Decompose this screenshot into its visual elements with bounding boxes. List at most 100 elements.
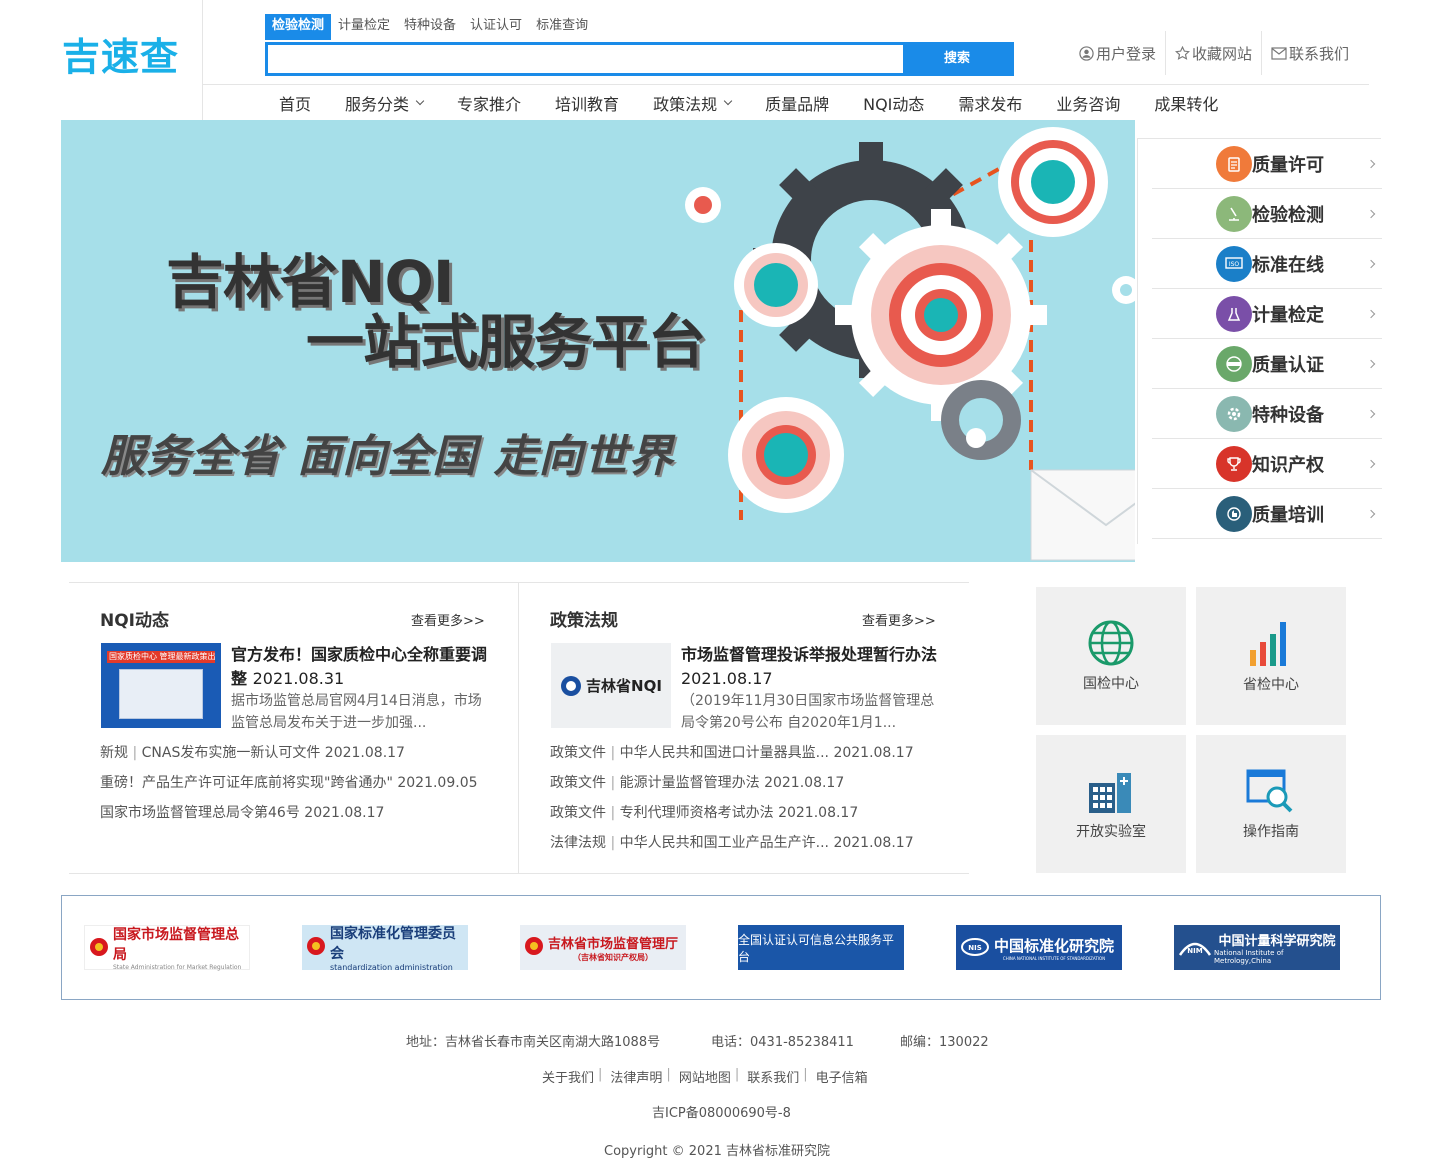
nav-quality-brand[interactable]: 质量品牌 [748,91,846,115]
tile-guide[interactable]: 操作指南 [1196,735,1346,873]
side-menu-label: 计量检定 [1252,304,1324,326]
chevron-right-icon [1366,409,1376,418]
partner-sac[interactable]: 国家标准化管理委员会 standardization administratio… [302,925,468,972]
nqi-list-item[interactable]: 重磅！产品生产许可证年底前将实现"跨省通办" 2021.09.05 [100,773,478,793]
list-item-date: 2021.08.17 [764,775,845,791]
chevron-right-icon [1366,209,1376,218]
nim-logo-icon: NIM [1178,942,1212,956]
policy-more-link[interactable]: 查看更多>> [862,610,936,629]
list-item-text: 中华人民共和国工业产品生产许... [619,835,829,851]
footer-link-email[interactable]: 电子信箱 [816,1067,868,1086]
side-menu-metrology[interactable]: 计量检定 [1152,289,1382,339]
policy-list-item[interactable]: 政策文件 | 中华人民共和国进口计量器具监... 2021.08.17 [550,743,914,763]
policy-section-title: 政策法规 [550,611,618,631]
side-menu-certification[interactable]: 质量认证 [1152,339,1382,389]
tile-label: 省检中心 [1243,677,1299,693]
building-icon [1089,773,1131,813]
footer-link-sitemap[interactable]: 网站地图 [679,1067,731,1086]
policy-featured-desc: （2019年11月30日国家市场监督管理总局令第20号公布 自2020年1月1.… [681,693,935,731]
partner-samr[interactable]: 国家市场监督管理总局 State Administration for Mark… [84,925,250,971]
contact-label: 联系我们 [1289,44,1350,63]
partner-label: 国家市场监督管理总局 [113,927,239,963]
nqi-list-item[interactable]: 国家市场监督管理总局令第46号 2021.08.17 [100,803,384,823]
search-tab-certification[interactable]: 认证认可 [463,14,529,40]
clipboard-icon [1216,145,1252,182]
hero-banner[interactable]: 吉林省NQI 一站式服务平台 服务全省 面向全国 走向世界 [61,120,1135,562]
list-item-date: 2021.08.17 [778,805,859,821]
tile-provincial-center[interactable]: 省检中心 [1196,587,1346,725]
login-link[interactable]: 用户登录 [1070,43,1165,64]
policy-thumbnail[interactable]: 吉林省NQI [551,643,671,728]
policy-list-item[interactable]: 法律法规 | 中华人民共和国工业产品生产许... 2021.08.17 [550,833,914,853]
bar-chart-icon [1250,622,1286,666]
service-side-menu: 质量许可 检验检测 ISO 标准在线 计量检定 质量认证 特种设备 知识产权 质… [1137,138,1382,544]
partner-label: 全国认证认可信息公共服务平台 [738,932,895,964]
search-box: 搜索 [265,42,1014,76]
side-menu-quality-training[interactable]: 质量培训 [1152,489,1382,539]
policy-list-item[interactable]: 政策文件 | 能源计量监督管理办法 2021.08.17 [550,773,844,793]
partner-jilin-amr[interactable]: 吉林省市场监督管理厅 （吉林省知识产权局） [520,925,686,970]
gear-icon [1216,395,1252,432]
footer-link-legal[interactable]: 法律声明 [610,1067,662,1086]
nav-nqi-news[interactable]: NQI动态 [846,91,941,115]
tile-open-lab[interactable]: 开放实验室 [1036,735,1186,873]
partner-sub: CHINA NATIONAL INSTITUTE OF STANDARDIZAT… [1002,955,1106,961]
search-tab-metrology[interactable]: 计量检定 [331,14,397,40]
list-item-date: 2021.08.17 [324,745,405,761]
news-box-top-rule [69,582,969,583]
search-tab-standards[interactable]: 标准查询 [529,14,595,40]
partner-nim[interactable]: NIM 中国计量科学研究院 National Institute of Metr… [1174,925,1340,970]
list-item-text: 中华人民共和国进口计量器具监... [619,745,829,761]
partner-cnis[interactable]: NIS 中国标准化研究院 CHINA NATIONAL INSTITUTE OF… [956,925,1122,970]
nav-policy[interactable]: 政策法规 [636,91,748,115]
list-item-date: 2021.08.17 [304,805,385,821]
partner-sub: standardization administration [330,963,453,972]
search-input[interactable] [268,45,905,73]
cnis-logo-icon: NIS [961,938,989,956]
nav-consulting[interactable]: 业务咨询 [1039,91,1137,115]
footer-link-about[interactable]: 关于我们 [542,1067,594,1086]
side-menu-inspection[interactable]: 检验检测 [1152,189,1382,239]
side-menu-special-equipment[interactable]: 特种设备 [1152,389,1382,439]
emblem-icon [307,937,325,955]
nqi-thumbnail[interactable]: 国家质检中心 管理最新政策出台 [101,643,221,728]
favorite-link[interactable]: 收藏网站 [1166,43,1261,64]
policy-list-item[interactable]: 政策文件 | 专利代理师资格考试办法 2021.08.17 [550,803,858,823]
nqi-list-item[interactable]: 新规 | CNAS发布实施一新认可文件 2021.08.17 [100,743,405,763]
side-menu-quality-license[interactable]: 质量许可 [1152,139,1382,189]
search-tab-inspection[interactable]: 检验检测 [265,14,332,40]
search-tab-special-equipment[interactable]: 特种设备 [397,14,463,40]
side-menu-label: 质量许可 [1252,154,1324,176]
side-menu-label: 特种设备 [1252,404,1324,426]
side-menu-ip[interactable]: 知识产权 [1152,439,1382,489]
policy-featured-title[interactable]: 市场监督管理投诉举报处理暂行办法 2021.08.17 [681,643,941,691]
footer-icp[interactable]: 吉ICP备08000690号-8 [652,1102,791,1121]
nqi-more-link[interactable]: 查看更多>> [411,610,485,629]
nav-experts[interactable]: 专家推介 [440,91,538,115]
footer-link-contact[interactable]: 联系我们 [747,1067,799,1086]
list-item-category: 政策文件 [550,745,606,761]
search-button[interactable]: 搜索 [903,45,1011,73]
list-item-category: 法律法规 [550,835,606,851]
nav-demand[interactable]: 需求发布 [941,91,1039,115]
news-box-divider [518,583,519,873]
contact-link[interactable]: 联系我们 [1262,43,1358,64]
policy-featured-date: 2021.08.17 [681,669,773,688]
nav-home[interactable]: 首页 [262,91,328,115]
thumbnail-caption: 吉林省NQI [586,677,662,695]
microscope-icon [1216,195,1252,232]
nav-label: 政策法规 [653,95,718,114]
nav-service-categories[interactable]: 服务分类 [328,91,440,115]
nav-training[interactable]: 培训教育 [538,91,636,115]
footer-copyright: Copyright © 2021 吉林省标准研究院 [604,1144,831,1159]
nav-label: 质量品牌 [765,95,830,114]
passed-icon [1216,345,1252,382]
nqi-featured-title[interactable]: 官方发布！国家质检中心全称重要调整 2021.08.31 [231,643,491,691]
partner-ccaa[interactable]: 全国认证认可信息公共服务平台 [738,925,904,970]
side-menu-standards-online[interactable]: ISO 标准在线 [1152,239,1382,289]
site-logo[interactable]: 吉速查 [62,30,197,85]
tile-national-center[interactable]: 国检中心 [1036,587,1186,725]
nav-achievements[interactable]: 成果转化 [1137,91,1235,115]
tile-label: 开放实验室 [1076,824,1146,840]
nav-label: 业务咨询 [1056,95,1121,114]
